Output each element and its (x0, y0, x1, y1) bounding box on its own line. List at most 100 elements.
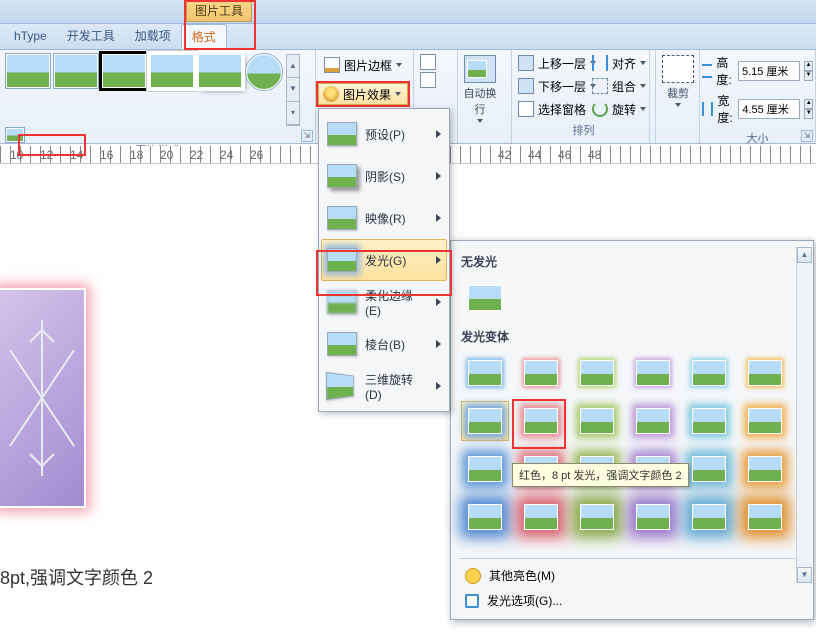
glow-variants-grid (459, 349, 805, 541)
border-icon (324, 57, 340, 73)
menu-glow[interactable]: 发光(G) (321, 239, 447, 281)
glow-options-label: 发光选项(G)... (487, 592, 562, 609)
bring-fwd-icon (518, 55, 534, 71)
crop-icon (662, 55, 694, 83)
glow-none[interactable] (461, 278, 509, 318)
style-thumb-6[interactable] (246, 54, 282, 90)
width-spinner[interactable]: ▲▼ (804, 99, 813, 119)
more-colors-item[interactable]: 其他亮色(M) (459, 563, 805, 588)
picture-border-button[interactable]: 图片边框 (320, 54, 409, 76)
soft-icon (327, 290, 357, 314)
tab-htype[interactable]: hType (4, 24, 57, 49)
styles-dialog-launcher[interactable]: ⇲ (301, 130, 313, 142)
face-icon (465, 568, 481, 584)
glow-options-item[interactable]: 发光选项(G)... (459, 588, 805, 613)
glow-variant-0-5[interactable] (741, 353, 789, 393)
wrap-icon (464, 55, 496, 83)
size-dialog-launcher[interactable]: ⇲ (801, 130, 813, 142)
glow-options-icon (465, 594, 479, 608)
glow-variant-1-5[interactable] (741, 401, 789, 441)
selected-image[interactable] (0, 290, 84, 506)
glow-variant-0-0[interactable] (461, 353, 509, 393)
layout-icon-2[interactable] (420, 72, 436, 88)
width-input[interactable] (738, 99, 800, 119)
rot3d-icon (326, 372, 354, 401)
glow-variant-0-2[interactable] (573, 353, 621, 393)
picture-tools-title: 图片工具 (186, 0, 252, 22)
menu-preset[interactable]: 预设(P) (321, 113, 447, 155)
picture-effects-button[interactable]: 图片效果 (318, 83, 408, 105)
style-thumb-2[interactable] (54, 54, 98, 88)
glow-variant-1-3[interactable] (629, 401, 677, 441)
style-thumb-3[interactable] (102, 54, 146, 88)
border-label: 图片边框 (344, 57, 392, 74)
align-button[interactable]: 对齐 (588, 52, 647, 74)
glow-variant-3-5[interactable] (741, 497, 789, 537)
style-thumb-1[interactable] (6, 54, 50, 88)
glow-variant-2-5[interactable] (741, 449, 789, 489)
wrap-label: 自动换行 (460, 85, 500, 117)
width-label: 宽度: (717, 92, 734, 126)
reflect-icon (327, 206, 357, 230)
menu-soft-edges[interactable]: 柔化边缘(E) (321, 281, 447, 323)
style-thumb-small[interactable] (6, 128, 24, 142)
crop-button[interactable]: 裁剪 (656, 50, 700, 107)
glow-variant-3-4[interactable] (685, 497, 733, 537)
glow-variants-header: 发光变体 (461, 328, 803, 345)
height-spinner[interactable]: ▲▼ (804, 61, 813, 81)
menu-reflection[interactable]: 映像(R) (321, 197, 447, 239)
tab-dev[interactable]: 开发工具 (57, 24, 125, 49)
send-back-icon (518, 78, 534, 94)
glow-variant-1-2[interactable] (573, 401, 621, 441)
submenu-arrow-icon (436, 382, 441, 390)
align-icon (592, 55, 608, 71)
style-thumb-4[interactable] (150, 54, 194, 88)
chevron-down-icon (675, 103, 681, 107)
styles-gallery-more[interactable]: ▲▼▾ (286, 54, 300, 126)
effects-dropdown-menu: 预设(P) 阴影(S) 映像(R) 发光(G) 柔化边缘(E) 棱台(B) 三维… (318, 108, 450, 412)
chevron-down-icon (395, 92, 401, 96)
wrap-text-button[interactable]: 自动换行 (458, 50, 502, 123)
width-icon (702, 102, 713, 116)
glow-variant-1-4[interactable] (685, 401, 733, 441)
tab-format[interactable]: 格式 (181, 24, 227, 49)
glow-variant-0-3[interactable] (629, 353, 677, 393)
menu-shadow[interactable]: 阴影(S) (321, 155, 447, 197)
tab-addin[interactable]: 加载项 (125, 24, 181, 49)
scroll-down-button[interactable]: ▼ (797, 567, 812, 583)
glow-tooltip: 红色，8 pt 发光，强调文字颜色 2 (512, 463, 689, 487)
effects-icon (323, 86, 339, 102)
glow-variant-1-1[interactable] (517, 401, 565, 441)
more-colors-label: 其他亮色(M) (489, 567, 555, 584)
preset-icon (327, 122, 357, 146)
glow-variant-1-0[interactable] (461, 401, 509, 441)
no-glow-header: 无发光 (461, 253, 803, 270)
group-icon (592, 78, 608, 94)
rotate-button[interactable]: 旋转 (588, 98, 647, 120)
sel-pane-icon (518, 101, 534, 117)
submenu-arrow-icon (436, 130, 441, 138)
scroll-up-button[interactable]: ▲ (797, 247, 812, 263)
height-label: 高度: (716, 54, 734, 88)
menu-bevel[interactable]: 棱台(B) (321, 323, 447, 365)
crop-label: 裁剪 (667, 85, 689, 101)
bevel-icon (327, 332, 357, 356)
group-button[interactable]: 组合 (588, 75, 647, 97)
glow-variant-3-3[interactable] (629, 497, 677, 537)
caption-text: 8pt,强调文字颜色 2 (0, 564, 153, 590)
submenu-arrow-icon (436, 298, 441, 306)
submenu-scrollbar[interactable]: ▲ ▼ (796, 247, 812, 583)
rotate-icon (592, 101, 608, 117)
glow-variant-3-2[interactable] (573, 497, 621, 537)
layout-icon[interactable] (420, 54, 436, 70)
glow-variant-2-0[interactable] (461, 449, 509, 489)
glow-variant-2-4[interactable] (685, 449, 733, 489)
glow-submenu: 无发光 发光变体 其他亮色(M) 发光选项(G)... ▲ ▼ (450, 240, 814, 620)
style-thumb-5[interactable] (198, 54, 242, 88)
menu-3d-rotation[interactable]: 三维旋转(D) (321, 365, 447, 407)
glow-variant-3-0[interactable] (461, 497, 509, 537)
glow-variant-0-4[interactable] (685, 353, 733, 393)
glow-variant-3-1[interactable] (517, 497, 565, 537)
height-input[interactable] (738, 61, 800, 81)
glow-variant-0-1[interactable] (517, 353, 565, 393)
